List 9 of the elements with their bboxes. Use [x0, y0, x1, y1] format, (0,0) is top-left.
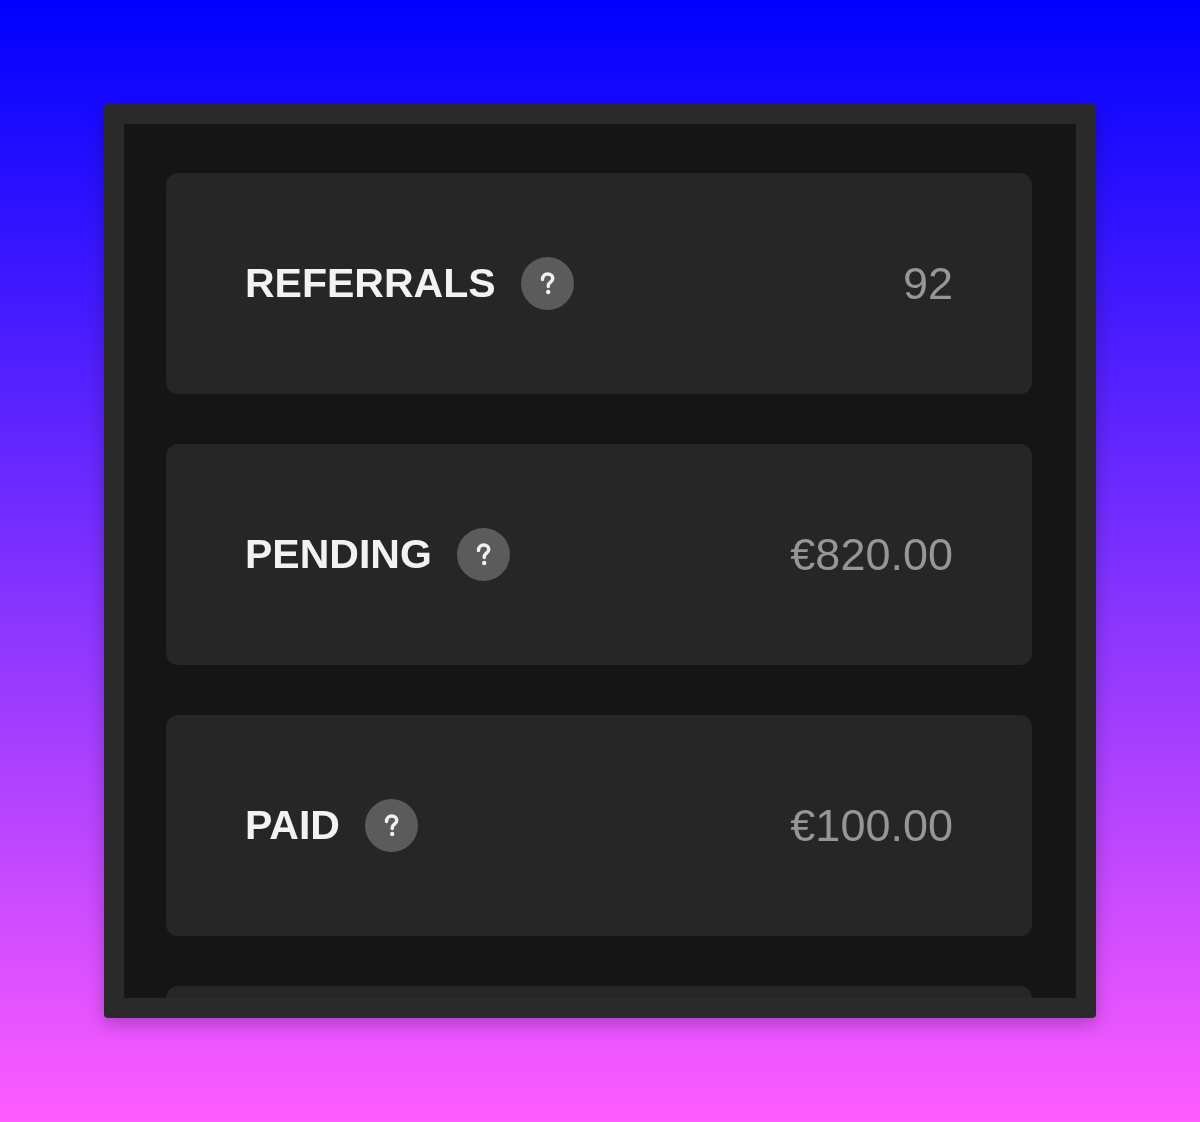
stat-label: PAID	[245, 802, 340, 849]
stat-label: PENDING	[245, 531, 432, 578]
help-icon[interactable]	[520, 257, 574, 310]
help-icon[interactable]	[456, 528, 510, 581]
stat-value: €100.00	[790, 799, 953, 852]
stat-value: 92	[902, 257, 953, 310]
stat-value: €820.00	[790, 528, 953, 581]
help-icon[interactable]	[364, 799, 418, 852]
stat-label: REFERRALS	[245, 260, 496, 307]
